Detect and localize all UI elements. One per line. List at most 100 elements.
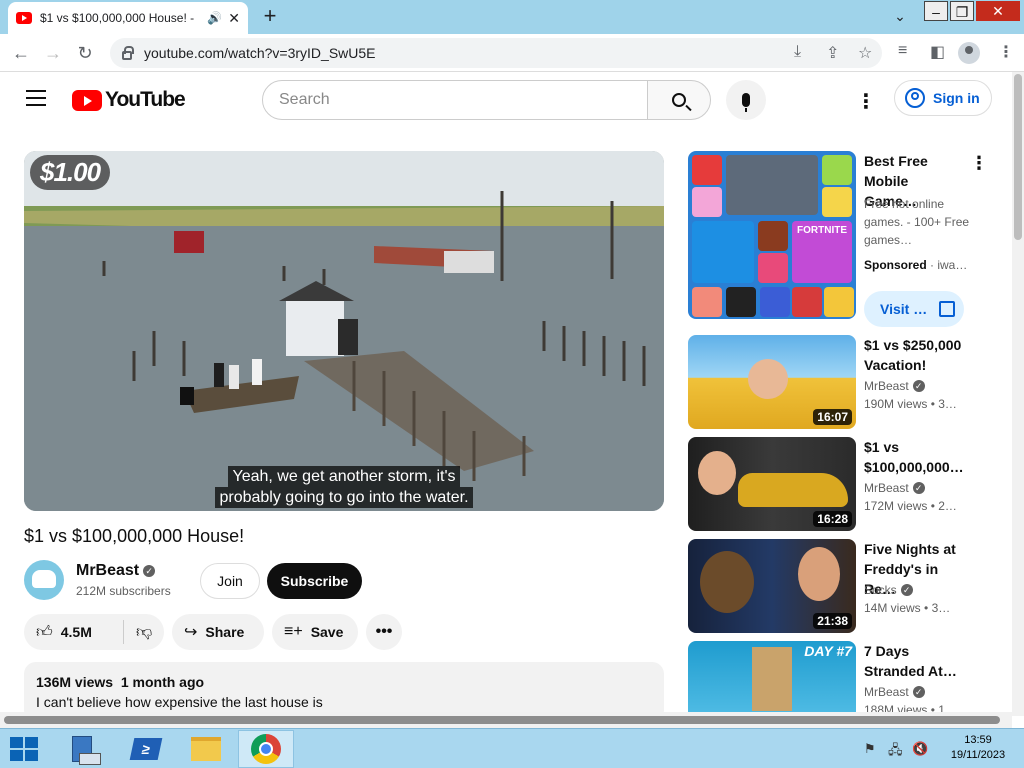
video-title: $1 vs $100,000,000 House! [24,526,245,546]
media-controls-icon[interactable]: ≡ [898,42,907,60]
forward-arrow-icon[interactable]: → [40,40,66,66]
game-tile [758,253,788,283]
speaker-icon[interactable]: 🔊 [207,11,222,25]
verified-check-icon: ✓ [143,565,156,577]
video-thumbnail[interactable]: 16:28 [688,437,856,531]
profile-avatar-icon[interactable] [958,42,980,64]
view-count: 136M views [36,674,114,690]
powershell-icon[interactable]: ≥ [118,730,174,768]
game-tile [824,287,854,317]
like-button[interactable]: 👍︎ 4.5M [24,620,124,644]
caption-line-1: Yeah, we get another storm, it's [228,466,460,487]
search-button[interactable] [647,80,711,120]
channel-name: MrBeast [76,562,140,579]
lock-icon[interactable] [122,45,134,60]
ad-sponsored-line: Sponsored · iwa… [864,258,968,272]
thumbnail-raft [752,647,792,711]
view-meta: 136M views 1 month ago [36,674,652,690]
more-horizontal-icon: ••• [375,623,393,640]
tab-search-chevron-icon[interactable]: ⌄ [888,6,912,26]
voice-search-button[interactable] [726,80,766,120]
related-video-title: $1 vs $250,000 Vacation! [864,337,962,373]
youtube-play-icon [72,89,102,111]
related-view-count: 14M views [864,601,921,615]
maximize-window-button[interactable]: ❐ [950,1,974,21]
external-link-icon [939,301,956,317]
sign-in-button[interactable]: Sign in [894,80,992,116]
price-overlay-badge: $1.00 [30,155,111,190]
server-manager-icon[interactable] [54,730,110,768]
join-button[interactable]: Join [200,563,260,599]
verified-check-icon: ✓ [912,686,925,698]
chrome-taskbar-icon[interactable] [238,730,294,768]
related-video-title: $1 vs $100,000,000… [864,439,964,475]
ad-thumbnail[interactable]: FORTNITE [688,151,856,319]
like-dislike-group: 👍︎ 4.5M 👎︎ [24,614,164,650]
game-tile [822,187,852,217]
related-video-title: 7 Days Stranded At… [864,643,957,679]
settings-kebab-icon[interactable]: ⋮ [856,89,876,114]
bookmark-star-icon[interactable]: ☆ [858,43,872,63]
ad-more-icon[interactable]: ⋮ [970,153,988,174]
related-views: 172M views • 2… [864,499,957,513]
action-center-flag-icon[interactable]: ⚑ [864,741,876,757]
file-explorer-icon[interactable] [178,730,234,768]
search-input[interactable]: Search [262,80,648,120]
vertical-scrollbar[interactable] [1012,72,1024,716]
game-tile [760,287,790,317]
advertiser-name: iwa… [937,258,968,272]
share-button[interactable]: ↪ Share [172,614,264,650]
youtube-logo[interactable]: YouTube [72,88,186,112]
install-app-icon[interactable]: ⤓ [794,43,801,61]
browser-menu-icon[interactable]: ⋮ [998,42,1014,62]
game-tile [692,287,722,317]
save-label: Save [310,624,344,640]
minimize-window-button[interactable]: – [924,1,948,21]
video-player[interactable]: $1.00 Yeah, we get another storm, it's p… [24,151,664,511]
video-thumbnail[interactable]: 16:07 [688,335,856,429]
side-panel-icon[interactable]: ◧ [930,42,945,62]
share-page-icon[interactable]: ⇪ [826,43,839,63]
channel-name-link[interactable]: MrBeast ✓ [76,562,156,580]
related-channel-name: MrBeast [864,481,909,495]
url-omnibox[interactable]: youtube.com/watch?v=3ryID_SwU5E [110,38,882,68]
save-button[interactable]: ≡+ Save [272,614,358,650]
new-tab-button[interactable]: + [258,4,282,28]
windows-start-icon[interactable] [10,737,38,761]
browser-tab-active[interactable]: $1 vs $100,000,000 House! - 🔊 ✕ [8,2,248,34]
network-icon[interactable]: 🖧 [888,741,903,763]
car-game-tile [726,155,818,215]
horizontal-scroll-thumb[interactable] [4,716,1000,724]
verified-check-icon: ✓ [912,482,925,494]
dislike-button[interactable]: 👎︎ [124,623,160,642]
reload-icon[interactable]: ↻ [72,40,98,66]
sponsored-label: Sponsored [864,258,927,272]
ad-description: Free hot online games. - 100+ Free games… [864,197,970,247]
playlist-add-icon: ≡+ [284,623,303,640]
related-views: 190M views • 3… [864,397,957,411]
more-actions-button[interactable]: ••• [366,614,402,650]
subscribe-button[interactable]: Subscribe [267,563,362,599]
video-thumbnail[interactable]: 21:38 [688,539,856,633]
channel-avatar[interactable] [24,560,64,600]
related-views: 14M views • 3… [864,601,950,615]
back-arrow-icon[interactable]: ← [8,40,34,66]
close-tab-icon[interactable]: ✕ [228,10,240,27]
tab-title: $1 vs $100,000,000 House! - [40,11,195,25]
related-age: • 3… [924,601,951,615]
vertical-scroll-thumb[interactable] [1014,74,1022,240]
volume-muted-icon[interactable]: 🔇 [912,741,928,757]
upload-age: 1 month ago [120,674,205,690]
hamburger-menu-icon[interactable] [26,90,46,106]
horizontal-scrollbar[interactable] [0,712,1012,728]
microphone-icon [742,93,750,112]
verified-check-icon: ✓ [900,584,913,596]
taskbar-clock[interactable]: 13:59 19/11/2023 [940,733,1016,763]
clock-time: 13:59 [964,734,992,746]
search-icon [672,93,686,107]
thumbs-up-icon: 👍︎ [36,623,53,641]
address-bar-row: ← → ↻ youtube.com/watch?v=3ryID_SwU5E ⤓ … [0,34,1024,72]
game-tile [822,155,852,185]
visit-site-button[interactable]: Visit … [864,291,964,327]
close-window-button[interactable]: ✕ [976,1,1020,21]
